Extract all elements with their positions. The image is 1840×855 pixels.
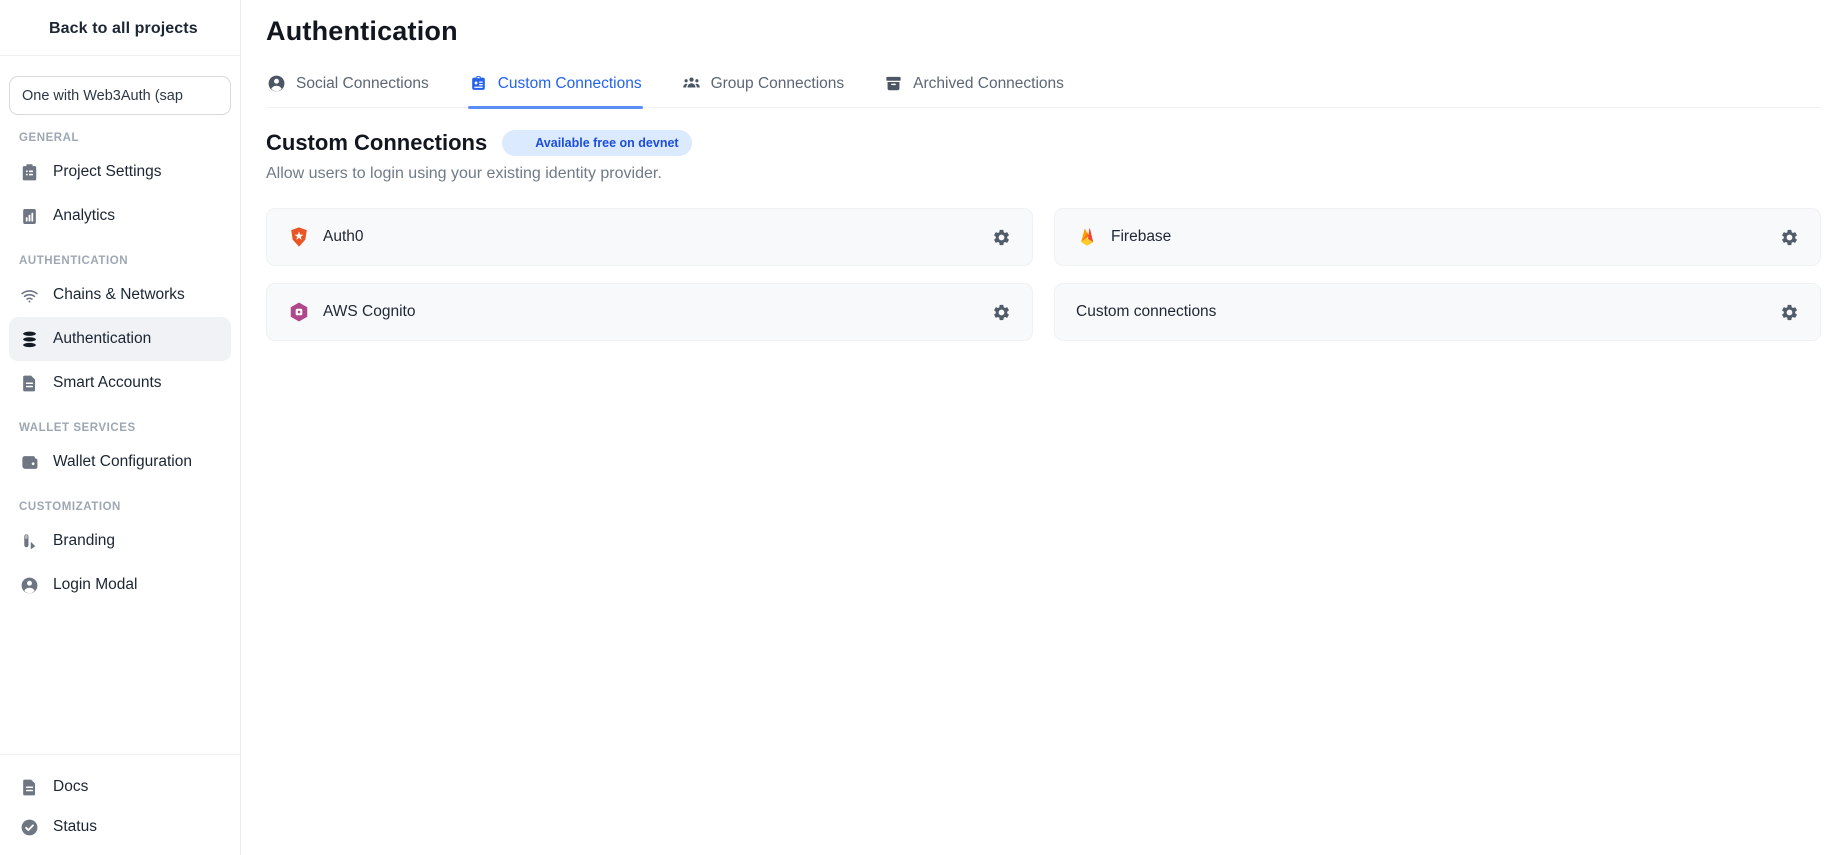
file-icon [20, 374, 39, 393]
lock-icon [515, 137, 528, 150]
tab-label: Archived Connections [913, 75, 1064, 93]
sidebar-item-label: Smart Accounts [53, 374, 162, 392]
connection-card-firebase[interactable]: Firebase [1054, 208, 1821, 266]
branding-icon [20, 532, 39, 551]
sidebar-item-chains-networks[interactable]: Chains & Networks [9, 273, 231, 317]
sidebar-item-status[interactable]: Status [9, 807, 231, 847]
gear-icon[interactable] [992, 303, 1011, 322]
active-tab-underline [468, 106, 643, 109]
back-to-projects-button[interactable]: Back to all projects [0, 0, 240, 56]
gear-icon[interactable] [1780, 303, 1799, 322]
user-circle-icon [267, 74, 286, 93]
sidebar-item-smart-accounts[interactable]: Smart Accounts [9, 361, 231, 405]
tab-social-connections[interactable]: Social Connections [266, 72, 430, 107]
sidebar-item-docs[interactable]: Docs [9, 767, 231, 807]
sidebar-section-label-customization: CUSTOMIZATION [19, 501, 221, 513]
sidebar-item-analytics[interactable]: Analytics [9, 194, 231, 238]
sidebar-nav: GENERAL Project Settings Analytics AUTHENTI… [0, 115, 240, 607]
connection-card-custom-connections[interactable]: Custom connections [1054, 283, 1821, 341]
connection-name: AWS Cognito [323, 303, 415, 321]
wallet-icon [20, 453, 39, 472]
user-circle-icon [20, 576, 39, 595]
gear-icon[interactable] [992, 228, 1011, 247]
sidebar: Back to all projects One with Web3Auth (… [0, 0, 241, 855]
connection-name: Custom connections [1076, 303, 1216, 321]
wifi-icon [20, 286, 39, 305]
section-head: Custom Connections Available free on dev… [266, 130, 1821, 156]
sidebar-footer: Docs Status [0, 754, 240, 855]
file-icon [20, 778, 39, 797]
sidebar-item-login-modal[interactable]: Login Modal [9, 563, 231, 607]
devnet-badge-label: Available free on devnet [535, 136, 678, 150]
sidebar-item-branding[interactable]: Branding [9, 519, 231, 563]
project-selector-value: One with Web3Auth (sap [22, 88, 195, 104]
bar-chart-icon [20, 207, 39, 226]
sidebar-section-label-wallet-services: WALLET SERVICES [19, 422, 221, 434]
archive-icon [884, 74, 903, 93]
sidebar-section-label-general: GENERAL [19, 132, 221, 144]
project-selector-dropdown[interactable]: One with Web3Auth (sap [9, 76, 231, 115]
sidebar-item-label: Analytics [53, 207, 115, 225]
main-content: Authentication Social Connections Custom … [241, 0, 1840, 855]
sidebar-item-project-settings[interactable]: Project Settings [9, 150, 231, 194]
tab-group-connections[interactable]: Group Connections [681, 72, 846, 107]
sidebar-item-wallet-configuration[interactable]: Wallet Configuration [9, 440, 231, 484]
sidebar-item-label: Wallet Configuration [53, 453, 192, 471]
sidebar-item-label: Authentication [53, 330, 151, 348]
aws-cognito-logo [288, 301, 310, 323]
tab-label: Custom Connections [498, 75, 642, 93]
connection-card-auth0[interactable]: Auth0 [266, 208, 1033, 266]
connection-card-aws-cognito[interactable]: AWS Cognito [266, 283, 1033, 341]
sidebar-item-label: Login Modal [53, 576, 137, 594]
sidebar-item-label: Status [53, 818, 97, 836]
tabs: Social Connections Custom Connections Grou… [266, 72, 1821, 108]
id-badge-icon [469, 74, 488, 93]
section-title: Custom Connections [266, 130, 487, 156]
tab-label: Social Connections [296, 75, 429, 93]
tab-archived-connections[interactable]: Archived Connections [883, 72, 1065, 107]
page-title: Authentication [266, 16, 1821, 47]
back-to-projects-label: Back to all projects [49, 20, 198, 38]
sidebar-spacer [0, 607, 240, 754]
connection-name: Firebase [1111, 228, 1171, 246]
app-window: Back to all projects One with Web3Auth (… [0, 0, 1840, 855]
database-icon [20, 330, 39, 349]
gear-icon[interactable] [1780, 228, 1799, 247]
chevron-down-icon [201, 87, 218, 104]
connection-name: Auth0 [323, 228, 364, 246]
tab-custom-connections[interactable]: Custom Connections [468, 72, 643, 107]
firebase-logo [1076, 226, 1098, 248]
sidebar-item-label: Branding [53, 532, 115, 550]
section-description: Allow users to login using your existing… [266, 165, 1821, 183]
sidebar-item-authentication[interactable]: Authentication [9, 317, 231, 361]
arrow-left-icon [18, 19, 37, 38]
devnet-badge: Available free on devnet [502, 130, 691, 156]
connections-grid: Auth0 Firebase AWS Cognito Custom connectio… [266, 208, 1821, 341]
sidebar-item-label: Chains & Networks [53, 286, 185, 304]
sidebar-section-label-authentication: AUTHENTICATION [19, 255, 221, 267]
sidebar-item-label: Docs [53, 778, 88, 796]
auth0-logo [288, 226, 310, 248]
sidebar-item-label: Project Settings [53, 163, 162, 181]
tab-label: Group Connections [711, 75, 845, 93]
clipboard-icon [20, 163, 39, 182]
users-icon [682, 74, 701, 93]
check-circle-icon [20, 818, 39, 837]
